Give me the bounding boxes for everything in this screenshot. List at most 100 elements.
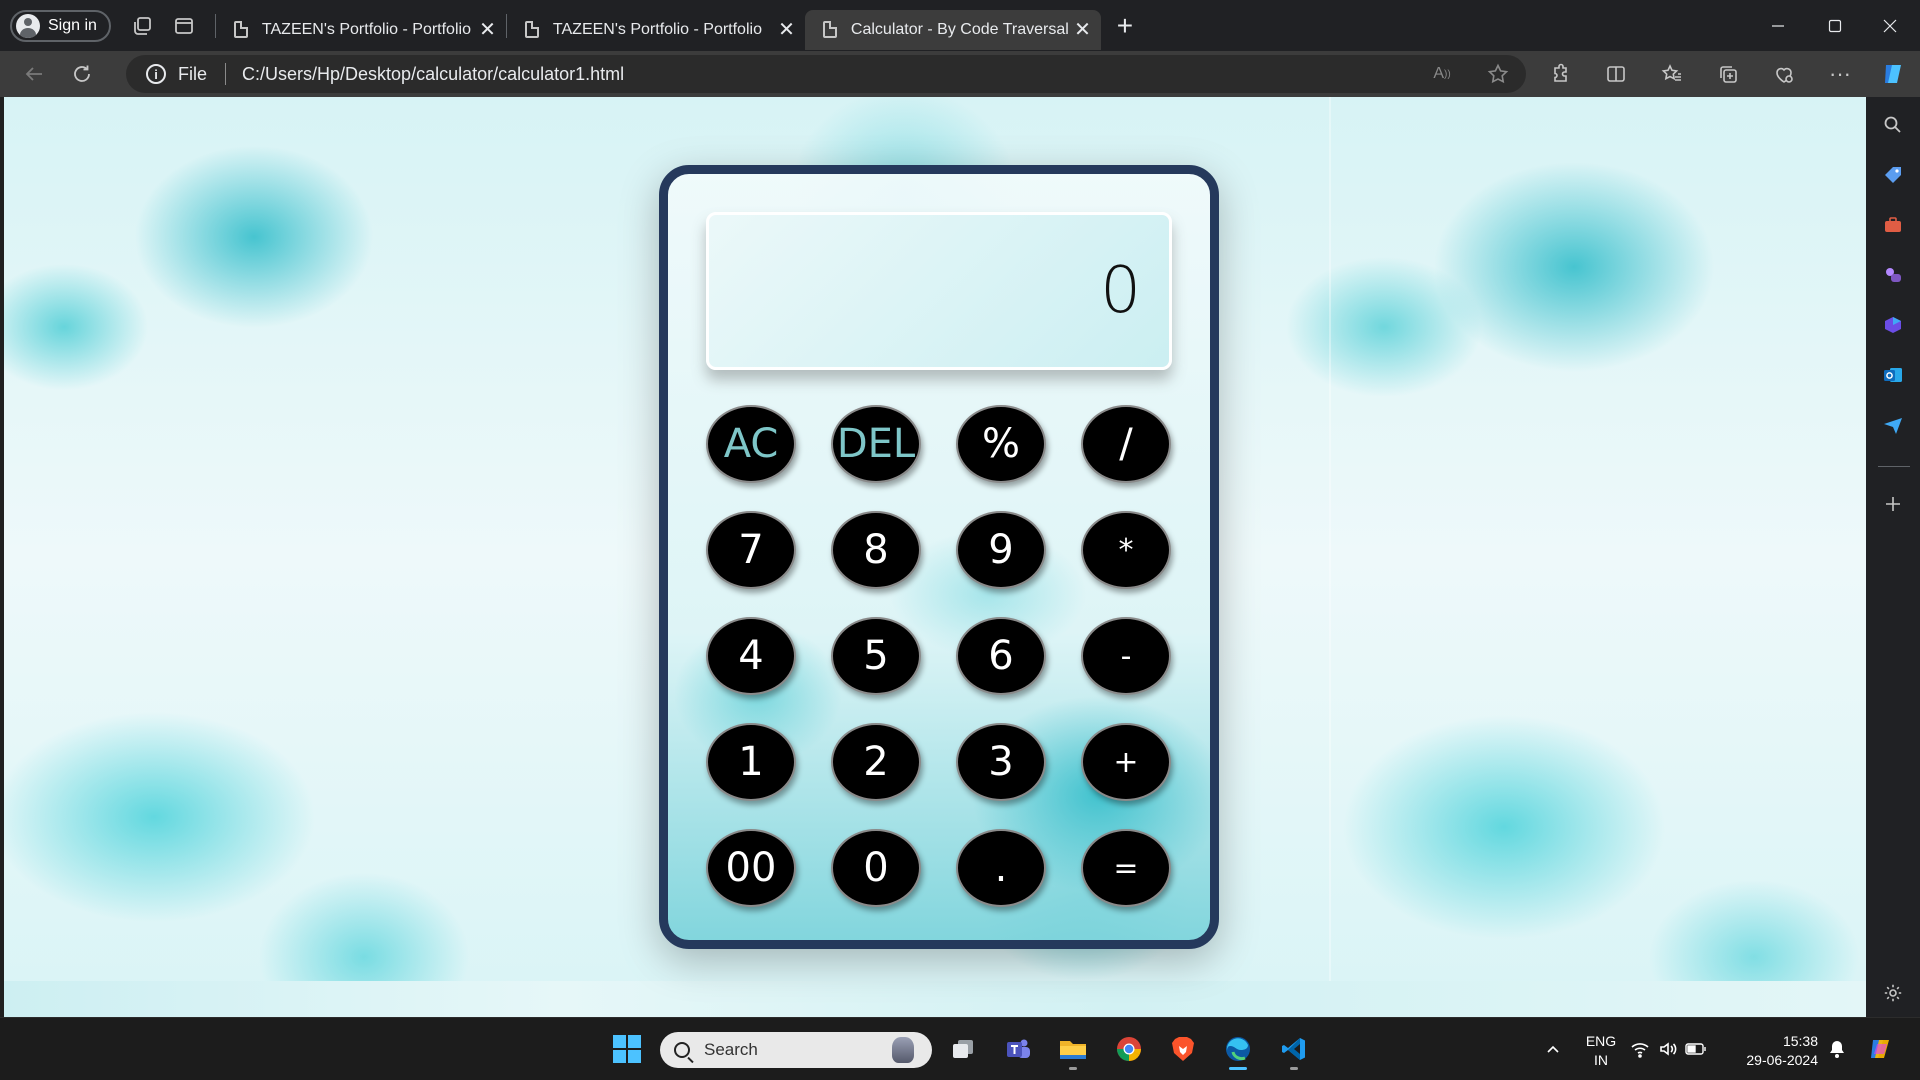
task-view-icon[interactable] xyxy=(940,1026,986,1072)
key-ac-button[interactable]: AC xyxy=(706,405,796,483)
sign-in-label: Sign in xyxy=(48,16,97,34)
sign-in-button[interactable]: Sign in xyxy=(10,9,111,42)
key-del-button[interactable]: DEL xyxy=(831,405,921,483)
key-5-button[interactable]: 5 xyxy=(831,617,921,695)
notification-bell-icon[interactable] xyxy=(1822,1026,1852,1072)
language-code: ENG xyxy=(1585,1033,1617,1049)
key-multiply-button[interactable]: * xyxy=(1081,511,1171,589)
background-tile-seam xyxy=(1329,97,1331,981)
tab-title: TAZEEN's Portfolio - Portfolio xyxy=(261,20,471,38)
address-scheme-label: File xyxy=(178,63,208,84)
key-0-button[interactable]: 0 xyxy=(831,829,921,907)
browser-toolbar: i File C:/Users/Hp/Desktop/calculator/ca… xyxy=(0,51,1920,97)
running-indicator xyxy=(1069,1067,1077,1070)
key-6-button[interactable]: 6 xyxy=(956,617,1046,695)
running-indicator xyxy=(1229,1067,1247,1070)
calculator-display: 0 xyxy=(706,212,1172,370)
maximize-icon[interactable] xyxy=(1805,0,1865,51)
file-explorer-icon[interactable] xyxy=(1050,1026,1096,1072)
key-8-button[interactable]: 8 xyxy=(831,511,921,589)
workspaces-icon[interactable] xyxy=(121,5,163,47)
address-url[interactable]: C:/Users/Hp/Desktop/calculator/calculato… xyxy=(242,64,624,85)
key-9-button[interactable]: 9 xyxy=(956,511,1046,589)
site-info-icon[interactable]: i xyxy=(146,64,166,84)
key-plus-button[interactable]: + xyxy=(1081,723,1171,801)
sidebar-shopping-icon[interactable] xyxy=(1866,155,1920,195)
close-tab-icon[interactable]: ✕ xyxy=(778,17,795,42)
browser-essentials-icon[interactable] xyxy=(1756,54,1812,94)
key-7-button[interactable]: 7 xyxy=(706,511,796,589)
brave-icon[interactable] xyxy=(1160,1026,1206,1072)
tab-title: Calculator - By Code Traversal xyxy=(850,20,1069,38)
sidebar-separator xyxy=(1878,466,1910,467)
key-minus-button[interactable]: - xyxy=(1081,617,1171,695)
close-window-icon[interactable] xyxy=(1860,0,1920,51)
search-highlight-icon xyxy=(892,1037,914,1063)
favorites-icon[interactable] xyxy=(1644,54,1700,94)
close-tab-icon[interactable]: ✕ xyxy=(1074,17,1091,42)
sidebar-add-icon[interactable] xyxy=(1866,484,1920,524)
key-3-button[interactable]: 3 xyxy=(956,723,1046,801)
address-bar[interactable]: i File C:/Users/Hp/Desktop/calculator/ca… xyxy=(126,55,1526,93)
clock[interactable]: 15:38 29-06-2024 xyxy=(1722,1032,1818,1070)
volume-icon[interactable] xyxy=(1653,1026,1683,1072)
sidebar-send-icon[interactable] xyxy=(1866,405,1920,445)
teams-icon[interactable] xyxy=(995,1026,1041,1072)
extensions-icon[interactable] xyxy=(1532,54,1588,94)
copilot-taskbar-icon[interactable] xyxy=(1858,1026,1904,1072)
page-icon xyxy=(822,21,837,38)
edge-icon[interactable] xyxy=(1215,1026,1261,1072)
running-indicator xyxy=(1290,1067,1298,1070)
tab-portfolio-1[interactable]: TAZEEN's Portfolio - Portfolio ✕ xyxy=(216,10,506,50)
sidebar-games-icon[interactable] xyxy=(1866,255,1920,295)
start-icon[interactable] xyxy=(604,1026,650,1072)
key-percent-button[interactable]: % xyxy=(956,405,1046,483)
tab-calculator[interactable]: Calculator - By Code Traversal ✕ xyxy=(804,9,1101,50)
copilot-icon[interactable] xyxy=(1866,54,1920,94)
chrome-icon[interactable] xyxy=(1106,1026,1152,1072)
taskbar-search-box[interactable]: Search xyxy=(660,1032,932,1068)
battery-icon[interactable] xyxy=(1681,1026,1711,1072)
key-00-button[interactable]: 00 xyxy=(706,829,796,907)
new-tab-button[interactable]: + xyxy=(1105,6,1145,46)
sidebar-microsoft365-icon[interactable] xyxy=(1866,305,1920,345)
calculator: 0 AC DEL%/7 8 9 * 4 5 6-1 2 3 +00 0. = xyxy=(659,165,1219,949)
vertical-tabs-icon[interactable] xyxy=(163,5,205,47)
more-options-icon[interactable]: ··· xyxy=(1812,54,1868,94)
key-equals-button[interactable]: = xyxy=(1081,829,1171,907)
region-code: IN xyxy=(1594,1052,1608,1068)
key-4-button[interactable]: 4 xyxy=(706,617,796,695)
refresh-icon[interactable] xyxy=(58,54,106,94)
address-bar-actions: A)) xyxy=(1414,55,1526,93)
language-indicator[interactable]: ENG IN xyxy=(1580,1032,1622,1070)
browser-title-bar: Sign in TAZEEN's Portfolio - Portfolio ✕… xyxy=(0,0,1920,51)
display-value: 0 xyxy=(1100,254,1141,328)
sidebar-search-icon[interactable] xyxy=(1866,105,1920,145)
favorite-star-icon[interactable] xyxy=(1470,54,1526,94)
key-1-button[interactable]: 1 xyxy=(706,723,796,801)
page-icon xyxy=(233,21,248,38)
vscode-icon[interactable] xyxy=(1271,1026,1317,1072)
back-icon[interactable] xyxy=(10,54,58,94)
minimize-icon[interactable] xyxy=(1748,0,1808,51)
edge-sidebar xyxy=(1866,97,1920,1017)
key-divide-button[interactable]: / xyxy=(1081,405,1171,483)
sidebar-tools-icon[interactable] xyxy=(1866,205,1920,245)
close-tab-icon[interactable]: ✕ xyxy=(479,17,496,42)
show-hidden-icons-chevron-icon[interactable] xyxy=(1530,1026,1576,1072)
sidebar-outlook-icon[interactable] xyxy=(1866,355,1920,395)
split-screen-icon[interactable] xyxy=(1588,54,1644,94)
read-aloud-icon[interactable]: A)) xyxy=(1414,54,1470,94)
address-separator xyxy=(225,63,227,85)
sidebar-settings-icon[interactable] xyxy=(1866,973,1920,1013)
tab-portfolio-2[interactable]: TAZEEN's Portfolio - Portfolio ✕ xyxy=(507,10,805,50)
page-viewport: 0 AC DEL%/7 8 9 * 4 5 6-1 2 3 +00 0. = xyxy=(4,97,1866,1017)
tab-title: TAZEEN's Portfolio - Portfolio xyxy=(552,20,762,38)
calculator-keypad: AC DEL%/7 8 9 * 4 5 6-1 2 3 +00 0. = xyxy=(706,405,1180,907)
collections-icon[interactable] xyxy=(1700,54,1756,94)
wifi-icon[interactable] xyxy=(1625,1026,1655,1072)
profile-avatar-icon xyxy=(16,13,40,38)
taskbar-search-placeholder: Search xyxy=(704,1040,758,1059)
key-decimal-button[interactable]: . xyxy=(956,829,1046,907)
key-2-button[interactable]: 2 xyxy=(831,723,921,801)
